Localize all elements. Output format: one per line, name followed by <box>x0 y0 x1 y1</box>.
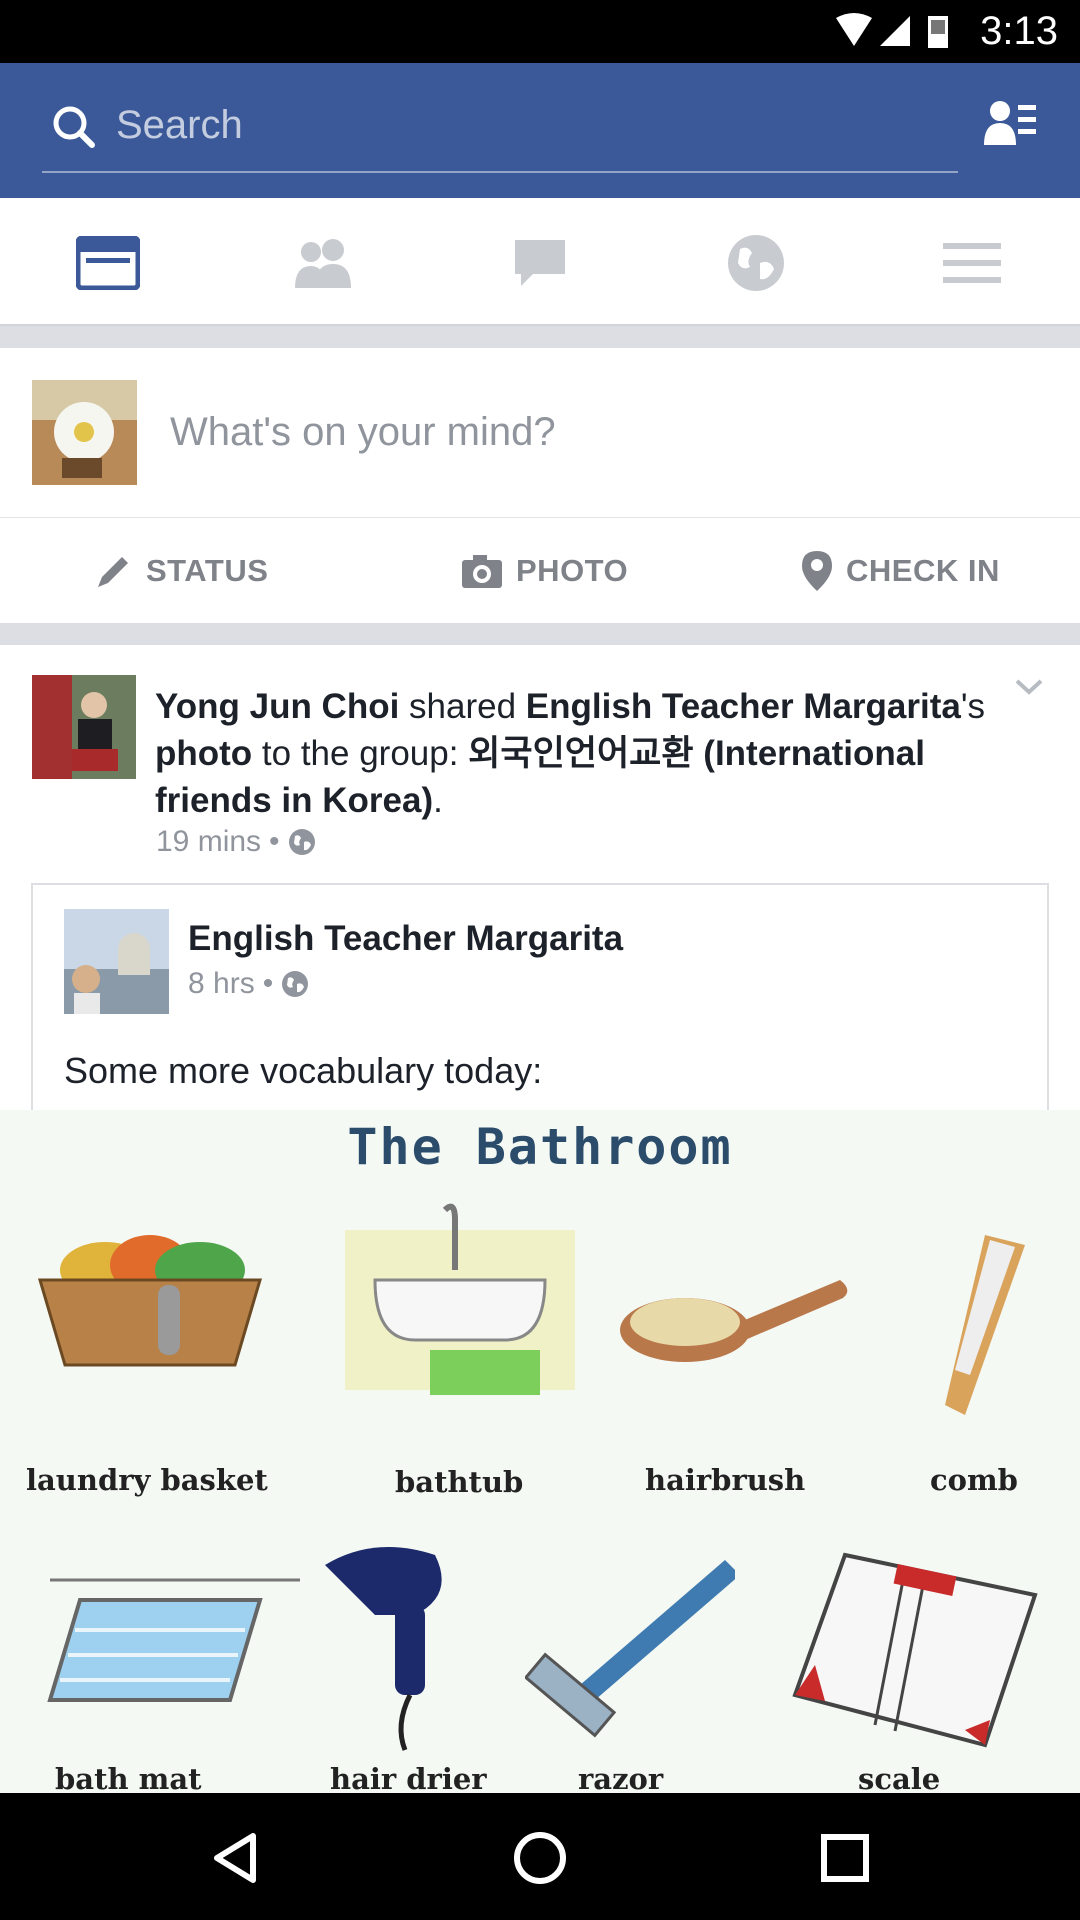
status-icons <box>832 12 952 52</box>
separator-dot: • <box>269 825 280 858</box>
actor-name[interactable]: Yong Jun Choi <box>155 687 399 726</box>
razor-illustration <box>525 1560 735 1738</box>
search-placeholder: Search <box>116 103 243 147</box>
recents-icon <box>821 1834 869 1882</box>
status-label: STATUS <box>146 553 269 588</box>
vocab-label: bath mat <box>55 1762 202 1793</box>
shared-meta: 8 hrs • <box>188 967 309 1001</box>
shared-avatar[interactable] <box>64 909 169 1014</box>
back-button[interactable] <box>200 1823 270 1893</box>
chevron-down-icon[interactable] <box>1014 677 1044 702</box>
back-icon <box>214 1833 256 1883</box>
system-nav-bar <box>0 1793 1080 1920</box>
status-button[interactable]: STATUS <box>94 548 268 594</box>
divider <box>0 326 1080 348</box>
shared-text: Some more vocabulary today: <box>64 1050 543 1091</box>
tab-more[interactable] <box>932 228 1012 298</box>
post-meta: 19 mins • <box>156 825 316 859</box>
separator-dot: • <box>262 967 274 1000</box>
composer: What's on your mind? <box>0 348 1080 518</box>
globe-icon <box>282 971 309 997</box>
vocab-label: comb <box>930 1463 1018 1497</box>
signal-icon <box>880 16 910 46</box>
pencil-icon <box>98 557 128 587</box>
check-in-label: CHECK IN <box>846 553 1000 588</box>
comb-illustration <box>945 1235 1025 1415</box>
camera-icon <box>462 555 502 588</box>
vocabulary-image[interactable]: The Bathroom laundry basket bathtub hair… <box>0 1110 1080 1793</box>
status-bar: 3:13 <box>0 0 1080 63</box>
image-title: The Bathroom <box>347 1118 733 1176</box>
wifi-icon <box>836 13 872 46</box>
message-icon <box>515 240 565 286</box>
hairbrush-illustration <box>620 1280 848 1362</box>
clock: 3:13 <box>980 9 1058 53</box>
tab-notifications[interactable] <box>716 228 796 298</box>
hair-drier-illustration <box>325 1547 442 1751</box>
photo-button[interactable]: PHOTO <box>460 548 628 594</box>
avatar[interactable] <box>32 380 137 485</box>
photo-label: PHOTO <box>516 553 629 588</box>
check-in-button[interactable]: CHECK IN <box>800 548 1000 594</box>
actor-avatar[interactable] <box>32 675 136 779</box>
vocab-label: hair drier <box>330 1762 487 1793</box>
friends-icon <box>295 239 351 288</box>
location-pin-icon <box>802 551 832 591</box>
menu-icon <box>943 243 1001 283</box>
status-input[interactable]: What's on your mind? <box>170 410 556 455</box>
tab-messages[interactable] <box>500 228 580 298</box>
shared-owner-name[interactable]: English Teacher Margarita <box>188 919 623 959</box>
divider <box>0 623 1080 645</box>
home-button[interactable] <box>505 1823 575 1893</box>
composer-actions: STATUS PHOTO CHECK IN <box>0 518 1080 623</box>
vocab-label: scale <box>858 1762 941 1793</box>
shared-time[interactable]: 8 hrs <box>188 967 255 1001</box>
bath-mat-illustration <box>47 1578 300 1702</box>
vocab-label: bathtub <box>395 1465 524 1499</box>
vocab-label: hairbrush <box>645 1463 806 1497</box>
globe-icon <box>728 235 784 291</box>
screen: 3:13 Search What's on your mind? STATUS … <box>0 0 1080 1920</box>
owner-name[interactable]: English Teacher Margarita <box>526 687 961 726</box>
post-time[interactable]: 19 mins <box>156 825 261 859</box>
search-input[interactable]: Search <box>42 93 958 173</box>
post-headline: Yong Jun Choi shared English Teacher Mar… <box>155 687 986 820</box>
news-feed-icon <box>76 236 140 290</box>
friend-list-icon[interactable] <box>984 99 1038 152</box>
globe-icon <box>288 829 315 855</box>
tab-news-feed[interactable] <box>68 228 148 298</box>
vocab-label: razor <box>578 1762 664 1793</box>
tab-bar <box>0 198 1080 326</box>
laundry-basket-illustration <box>37 1235 263 1367</box>
scale-illustration <box>792 1552 1038 1748</box>
search-icon <box>50 103 98 156</box>
vocab-label: laundry basket <box>26 1463 268 1497</box>
tab-friends[interactable] <box>284 228 364 298</box>
photo-link[interactable]: photo <box>155 734 252 773</box>
bathtub-illustration <box>345 1203 575 1395</box>
home-icon <box>514 1832 566 1884</box>
app-header: Search <box>0 63 1080 198</box>
flower-photo <box>32 380 137 485</box>
recents-button[interactable] <box>810 1823 880 1893</box>
shared-post[interactable]: English Teacher Margarita 8 hrs • Some m… <box>31 883 1049 1128</box>
